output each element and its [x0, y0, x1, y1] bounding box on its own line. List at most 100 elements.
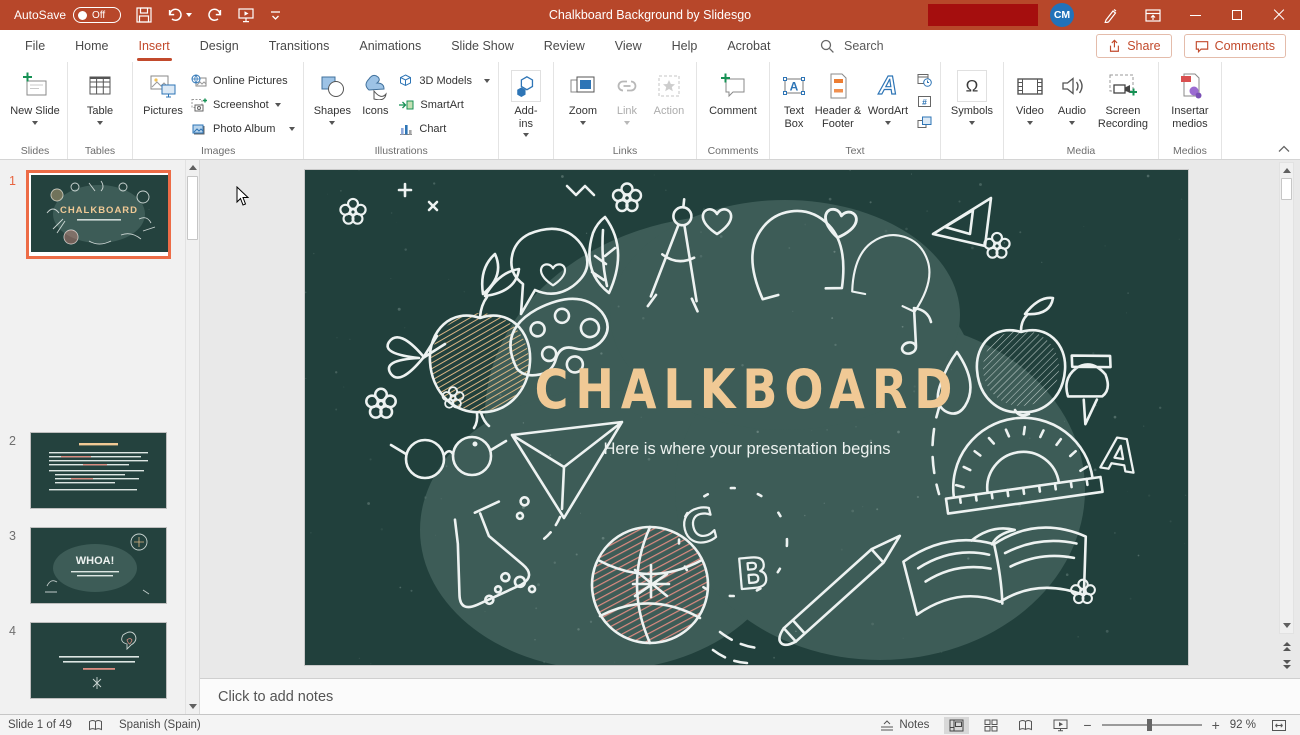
text-box-button[interactable]: A Text Box	[775, 65, 813, 130]
shapes-button[interactable]: Shapes	[309, 65, 355, 125]
main-scroll-down[interactable]	[1280, 618, 1293, 633]
maximize-button[interactable]	[1216, 0, 1258, 30]
new-comment-button[interactable]: Comment	[702, 65, 764, 118]
zoom-in-button[interactable]: +	[1212, 718, 1220, 732]
action-icon	[656, 70, 682, 102]
photo-album-button[interactable]: Photo Album	[188, 119, 298, 139]
insertar-medios-button[interactable]: Insertar medios	[1164, 65, 1216, 130]
tab-animations[interactable]: Animations	[344, 30, 436, 62]
tab-design[interactable]: Design	[185, 30, 254, 62]
slide-number-button[interactable]: #	[915, 92, 935, 110]
3d-models-button[interactable]: 3D Models	[395, 71, 493, 91]
autosave-toggle[interactable]: AutoSave Off	[14, 7, 122, 23]
comments-button[interactable]: Comments	[1183, 34, 1286, 58]
redo-button[interactable]	[207, 7, 223, 23]
ribbon-display-options-button[interactable]	[1132, 0, 1174, 30]
slide-sorter-view-button[interactable]	[979, 717, 1003, 734]
screen-recording-button[interactable]: Screen Recording	[1093, 65, 1153, 130]
avatar[interactable]: CM	[1050, 3, 1074, 27]
share-icon	[1110, 39, 1120, 52]
zoom-slider-thumb[interactable]	[1146, 719, 1152, 731]
wordart-button[interactable]: A WordArt	[863, 65, 913, 125]
slideshow-view-button[interactable]	[1048, 717, 1073, 734]
group-label-links: Links	[612, 145, 638, 157]
tab-acrobat[interactable]: Acrobat	[712, 30, 785, 62]
screen-recording-label: Screen Recording	[1097, 105, 1149, 130]
language-indicator[interactable]: Spanish (Spain)	[119, 719, 201, 731]
symbols-button[interactable]: Ω Symbols	[946, 65, 998, 125]
shapes-label: Shapes	[313, 105, 352, 117]
date-time-icon	[917, 74, 933, 87]
audio-button[interactable]: Audio	[1051, 65, 1093, 125]
notes-toggle-button[interactable]: Notes	[875, 717, 934, 733]
online-pictures-icon	[191, 74, 207, 86]
slide-thumbnail-2[interactable]	[30, 432, 167, 509]
addins-button[interactable]: Add-ins	[504, 65, 548, 137]
normal-view-button[interactable]	[944, 716, 970, 734]
insert-object-button[interactable]	[915, 113, 935, 131]
shapes-icon	[319, 70, 345, 102]
undo-dropdown-icon[interactable]	[186, 13, 193, 17]
share-button[interactable]: Share	[1096, 34, 1172, 58]
smartart-icon	[399, 100, 414, 110]
slide-thumbnail-4[interactable]	[30, 622, 167, 699]
slide-thumbnail-3[interactable]: WHOA!	[30, 527, 167, 604]
start-slideshow-button[interactable]	[238, 7, 254, 23]
svg-text:Ω: Ω	[966, 77, 979, 96]
tab-file[interactable]: File	[10, 30, 60, 62]
pictures-button[interactable]: Pictures	[138, 65, 188, 118]
tab-slide-show[interactable]: Slide Show	[436, 30, 529, 62]
zoom-button[interactable]: Zoom	[559, 65, 607, 125]
group-label-images: Images	[200, 145, 236, 157]
zoom-level[interactable]: 92 %	[1230, 719, 1256, 731]
main-scroll-thumb[interactable]	[1280, 178, 1292, 200]
main-scroll-up[interactable]	[1280, 163, 1293, 178]
save-button[interactable]	[136, 7, 152, 23]
fit-to-window-button[interactable]	[1266, 717, 1292, 734]
header-footer-button[interactable]: Header & Footer	[813, 65, 863, 130]
smartart-button[interactable]: SmartArt	[395, 95, 493, 115]
zoom-out-button[interactable]: −	[1083, 718, 1091, 732]
new-slide-button[interactable]: New Slide	[8, 65, 62, 125]
addins-label: Add-ins	[514, 105, 538, 130]
video-button[interactable]: Video	[1009, 65, 1051, 125]
inking-pen-button[interactable]	[1090, 0, 1132, 30]
zoom-slider[interactable]	[1101, 719, 1202, 731]
slide-subtitle[interactable]: Here is where your presentation begins	[603, 440, 890, 458]
icons-button[interactable]: Icons	[355, 65, 395, 118]
tab-insert[interactable]: Insert	[124, 30, 185, 62]
notes-pane[interactable]: Click to add notes	[200, 678, 1300, 714]
tab-home[interactable]: Home	[60, 30, 123, 62]
search-box[interactable]: Search	[820, 30, 884, 62]
spell-check-icon[interactable]	[88, 719, 103, 732]
date-time-button[interactable]	[915, 71, 935, 89]
slide-thumbnail-1[interactable]: CHALKBOARD	[26, 170, 171, 259]
thumbnail-scroll-up[interactable]	[186, 160, 199, 175]
symbols-icon: Ω	[956, 70, 987, 102]
slide-canvas[interactable]: C B A CHALKBOARD Here is where your pres…	[305, 170, 1188, 665]
main-scrollbar[interactable]	[1279, 162, 1294, 634]
chart-button[interactable]: Chart	[395, 119, 493, 139]
comments-label: Comments	[1214, 39, 1275, 53]
thumbnail-scroll-thumb[interactable]	[187, 176, 198, 240]
chart-icon	[400, 125, 413, 135]
undo-button[interactable]	[167, 7, 193, 23]
minimize-button[interactable]	[1174, 0, 1216, 30]
thumbnail-scrollbar[interactable]	[185, 160, 199, 714]
tab-view[interactable]: View	[600, 30, 657, 62]
tab-help[interactable]: Help	[657, 30, 713, 62]
previous-slide-button[interactable]	[1279, 638, 1294, 654]
online-pictures-button[interactable]: Online Pictures	[188, 71, 298, 91]
close-button[interactable]	[1258, 0, 1300, 30]
next-slide-button[interactable]	[1279, 656, 1294, 672]
slide-title[interactable]: CHALKBOARD	[535, 357, 960, 421]
tab-transitions[interactable]: Transitions	[254, 30, 345, 62]
customize-toolbar-button[interactable]	[269, 8, 282, 22]
screenshot-button[interactable]: Screenshot	[188, 95, 298, 115]
tab-review[interactable]: Review	[529, 30, 600, 62]
thumbnail-scroll-down[interactable]	[186, 699, 199, 714]
reading-view-button[interactable]	[1013, 717, 1038, 734]
photo-album-icon	[192, 124, 205, 134]
table-button[interactable]: Table	[73, 65, 127, 125]
collapse-ribbon-icon[interactable]	[1278, 145, 1292, 155]
